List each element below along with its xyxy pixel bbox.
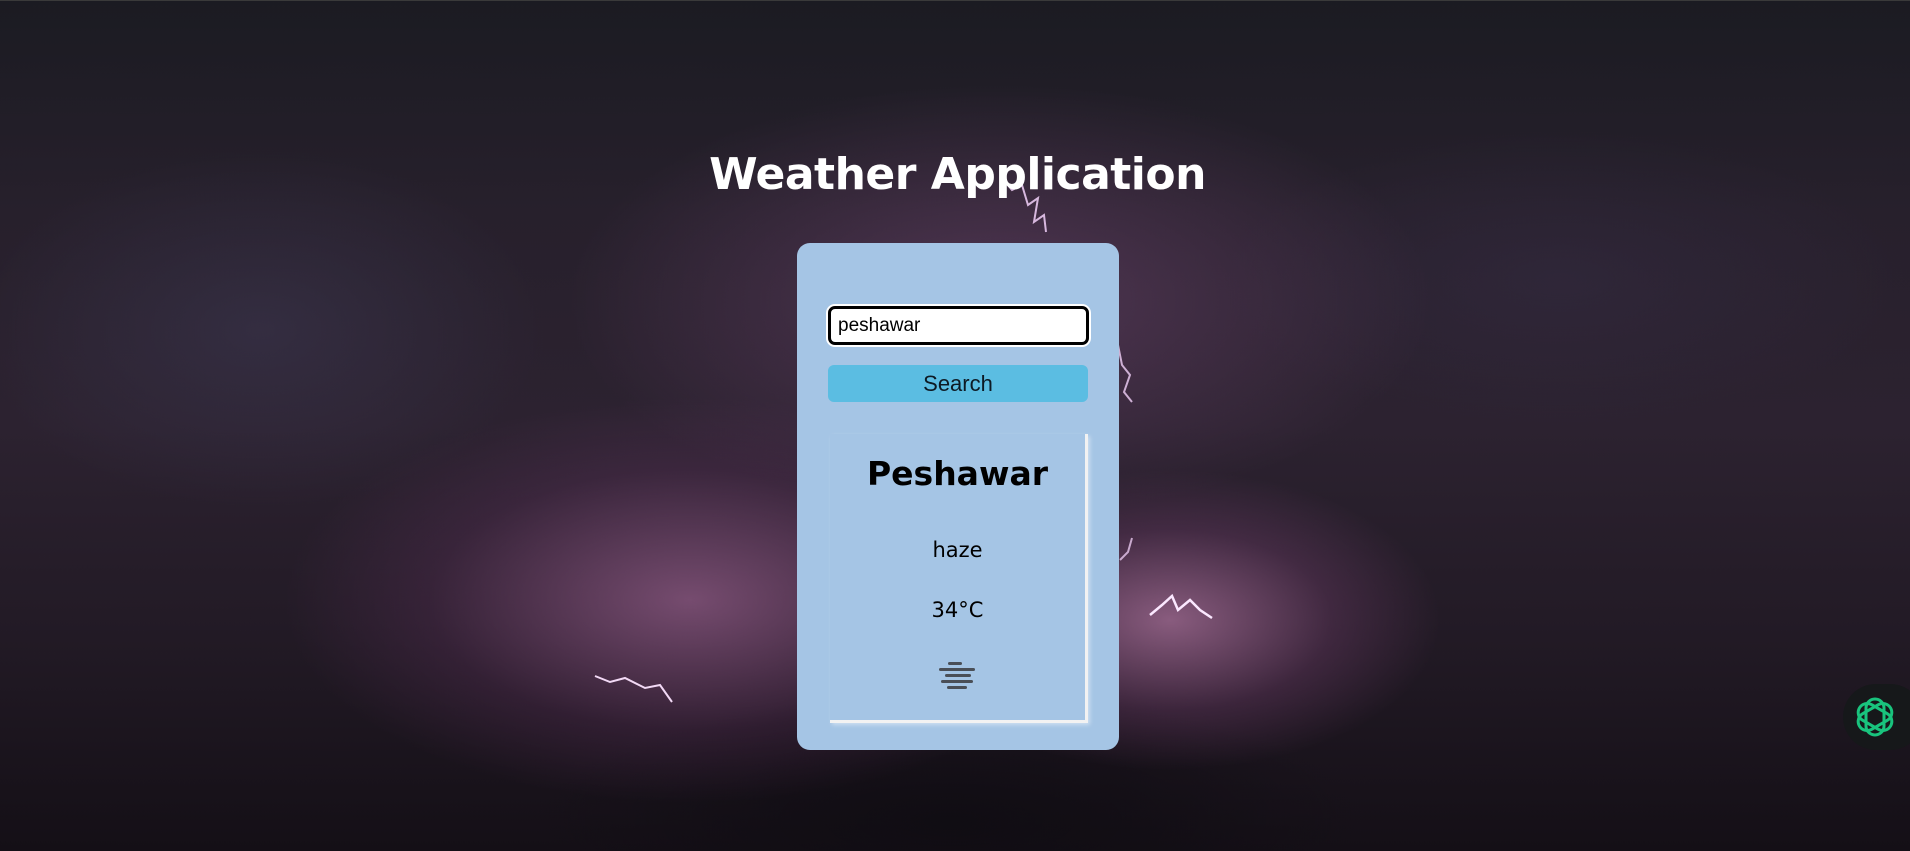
city-name: Peshawar — [866, 454, 1048, 493]
haze-icon — [939, 662, 975, 689]
city-search-input[interactable] — [828, 306, 1089, 345]
search-button[interactable]: Search — [828, 365, 1088, 402]
openai-logo-icon — [1856, 697, 1894, 737]
page-title: Weather Application — [709, 149, 1206, 200]
weather-result-panel: Peshawar haze 34°C — [830, 434, 1088, 723]
weather-condition: haze — [932, 538, 983, 562]
assistant-launcher-button[interactable] — [1843, 684, 1910, 750]
temperature: 34°C — [931, 598, 984, 622]
weather-card: Search Peshawar haze 34°C — [797, 243, 1119, 750]
